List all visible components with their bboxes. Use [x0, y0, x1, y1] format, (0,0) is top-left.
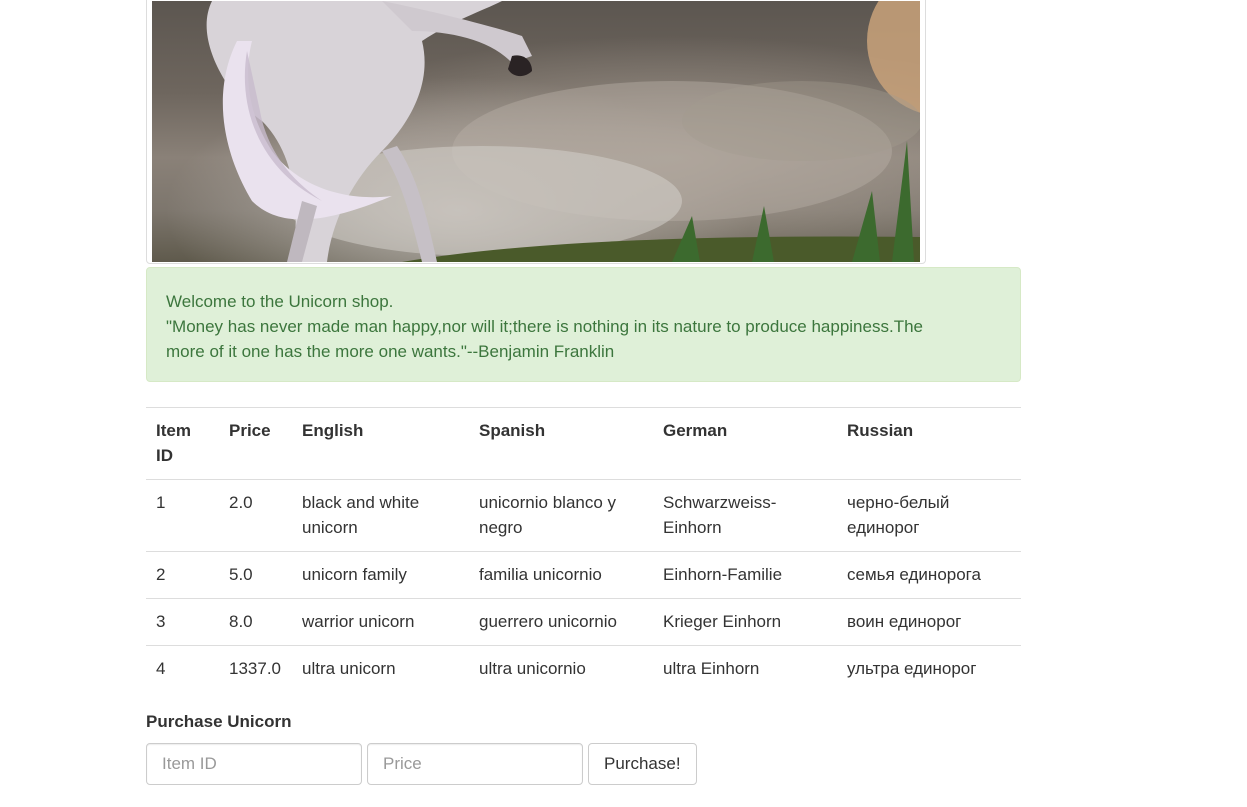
unicorn-table: Item ID Price English Spanish German Rus… — [146, 407, 1021, 692]
header-spanish: Spanish — [469, 407, 653, 480]
cell-english: warrior unicorn — [292, 598, 469, 646]
table-row: 2 5.0 unicorn family familia unicornio E… — [146, 551, 1021, 599]
cell-price: 8.0 — [219, 598, 292, 646]
header-russian: Russian — [837, 407, 1021, 480]
cell-german: Schwarzweiss-Einhorn — [653, 479, 837, 552]
purchase-form: Purchase! — [146, 743, 697, 785]
table-row: 4 1337.0 ultra unicorn ultra unicornio u… — [146, 645, 1021, 692]
cell-id: 2 — [146, 551, 219, 599]
unicorn-image — [152, 1, 920, 262]
table-header-row: Item ID Price English Spanish German Rus… — [146, 407, 1021, 480]
cell-spanish: guerrero unicornio — [469, 598, 653, 646]
cell-russian: ультра единорог — [837, 645, 1021, 692]
table-row: 1 2.0 black and white unicorn unicornio … — [146, 479, 1021, 552]
cell-id: 4 — [146, 645, 219, 692]
header-english: English — [292, 407, 469, 480]
cell-price: 5.0 — [219, 551, 292, 599]
purchase-title: Purchase Unicorn — [146, 712, 292, 731]
hero-thumbnail — [146, 0, 926, 264]
cell-english: ultra unicorn — [292, 645, 469, 692]
franklin-quote: "Money has never made man happy,nor will… — [166, 317, 923, 361]
cell-english: black and white unicorn — [292, 479, 469, 552]
welcome-alert: Welcome to the Unicorn shop. "Money has … — [146, 267, 1021, 382]
welcome-text: Welcome to the Unicorn shop. — [166, 292, 394, 311]
item-id-input[interactable] — [146, 743, 362, 785]
cell-russian: семья единорога — [837, 551, 1021, 599]
cell-id: 1 — [146, 479, 219, 552]
price-input[interactable] — [367, 743, 583, 785]
cell-german: Krieger Einhorn — [653, 598, 837, 646]
cell-price: 1337.0 — [219, 645, 292, 692]
cell-russian: черно-белый единорог — [837, 479, 1021, 552]
cell-spanish: ultra unicornio — [469, 645, 653, 692]
cell-german: ultra Einhorn — [653, 645, 837, 692]
cell-russian: воин единорог — [837, 598, 1021, 646]
cell-german: Einhorn-Familie — [653, 551, 837, 599]
table-row: 3 8.0 warrior unicorn guerrero unicornio… — [146, 598, 1021, 646]
purchase-button[interactable]: Purchase! — [588, 743, 697, 785]
cell-spanish: familia unicornio — [469, 551, 653, 599]
header-item-id: Item ID — [146, 407, 219, 480]
cell-spanish: unicornio blanco y negro — [469, 479, 653, 552]
cell-id: 3 — [146, 598, 219, 646]
cell-price: 2.0 — [219, 479, 292, 552]
header-price: Price — [219, 407, 292, 480]
header-german: German — [653, 407, 837, 480]
cell-english: unicorn family — [292, 551, 469, 599]
